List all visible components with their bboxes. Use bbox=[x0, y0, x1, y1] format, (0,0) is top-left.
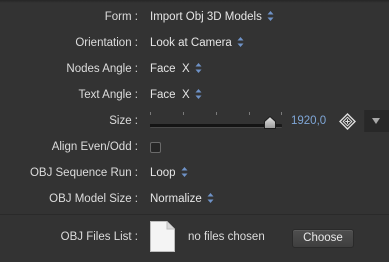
align-even-odd-row: Align Even/Odd : bbox=[0, 134, 389, 160]
obj-sequence-run-row: OBJ Sequence Run : Loop bbox=[0, 160, 389, 186]
form-popup[interactable]: Import Obj 3D Models bbox=[150, 4, 274, 30]
obj-model-size-value: Normalize bbox=[150, 193, 202, 205]
section-divider bbox=[0, 214, 389, 215]
nodes-angle-popup[interactable]: Face X bbox=[150, 56, 202, 82]
up-down-arrows-icon bbox=[181, 166, 188, 177]
text-angle-popup[interactable]: Face X bbox=[150, 82, 202, 108]
obj-sequence-run-popup[interactable]: Loop bbox=[150, 160, 188, 186]
up-down-arrows-icon bbox=[195, 88, 202, 99]
slider-tick bbox=[281, 112, 282, 115]
orientation-value: Look at Camera bbox=[150, 37, 232, 49]
diamond-keyframe-icon[interactable] bbox=[339, 113, 356, 130]
orientation-popup[interactable]: Look at Camera bbox=[150, 30, 244, 56]
form-value: Import Obj 3D Models bbox=[150, 11, 262, 23]
slider-tick bbox=[216, 112, 217, 115]
text-angle-label: Text Angle : bbox=[78, 89, 138, 101]
blank-document-icon bbox=[150, 221, 175, 252]
inspector-panel: Form : Import Obj 3D Models Orientation … bbox=[0, 0, 389, 262]
obj-files-list-label: OBJ Files List : bbox=[60, 231, 138, 243]
size-slider-fill bbox=[150, 124, 271, 127]
slider-tick bbox=[249, 112, 250, 115]
size-value-field[interactable]: 1920,0 bbox=[291, 108, 326, 134]
text-angle-value: Face X bbox=[150, 89, 190, 101]
up-down-arrows-icon bbox=[195, 62, 202, 73]
top-shadow bbox=[0, 0, 389, 3]
parameter-menu-button[interactable] bbox=[364, 110, 389, 132]
slider-tick bbox=[150, 112, 151, 115]
orientation-row: Orientation : Look at Camera bbox=[0, 30, 389, 56]
no-files-status: no files chosen bbox=[188, 231, 265, 243]
nodes-angle-row: Nodes Angle : Face X bbox=[0, 56, 389, 82]
size-row: Size : 1920,0 bbox=[0, 108, 389, 134]
up-down-arrows-icon bbox=[237, 36, 244, 47]
size-slider-track[interactable] bbox=[150, 124, 282, 128]
choose-files-button[interactable]: Choose bbox=[292, 229, 354, 248]
up-down-arrows-icon bbox=[267, 10, 274, 21]
size-slider-thumb[interactable] bbox=[264, 115, 277, 129]
slider-tick bbox=[183, 112, 184, 115]
form-label: Form : bbox=[104, 11, 138, 23]
slider-ticks bbox=[150, 112, 282, 116]
orientation-label: Orientation : bbox=[75, 37, 138, 49]
nodes-angle-label: Nodes Angle : bbox=[66, 63, 138, 75]
nodes-angle-value: Face X bbox=[150, 63, 190, 75]
size-label: Size : bbox=[109, 115, 138, 127]
align-even-odd-checkbox[interactable] bbox=[150, 142, 161, 153]
text-angle-row: Text Angle : Face X bbox=[0, 82, 389, 108]
obj-sequence-run-label: OBJ Sequence Run : bbox=[29, 167, 138, 179]
align-even-odd-label: Align Even/Odd : bbox=[51, 141, 138, 153]
obj-model-size-popup[interactable]: Normalize bbox=[150, 186, 214, 212]
obj-model-size-label: OBJ Model Size : bbox=[49, 193, 138, 205]
up-down-arrows-icon bbox=[207, 192, 214, 203]
form-row: Form : Import Obj 3D Models bbox=[0, 4, 389, 30]
obj-model-size-row: OBJ Model Size : Normalize bbox=[0, 186, 389, 212]
obj-sequence-run-value: Loop bbox=[150, 167, 176, 179]
